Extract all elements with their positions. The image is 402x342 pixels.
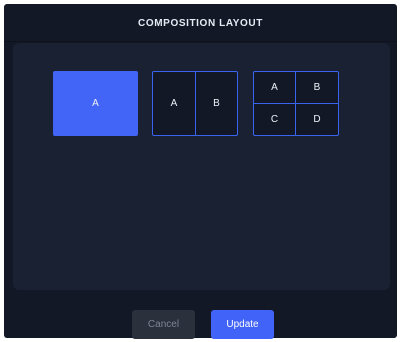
- layout-option-single[interactable]: A: [53, 71, 138, 136]
- layout-cell-label: A: [254, 72, 296, 104]
- layout-cell-label: B: [195, 72, 237, 135]
- layout-cell-label: A: [170, 98, 178, 109]
- update-button[interactable]: Update: [211, 310, 274, 339]
- title-divider: [4, 41, 397, 42]
- cancel-button[interactable]: Cancel: [132, 310, 195, 339]
- layout-option-grid-2x2[interactable]: A B C D: [253, 71, 339, 136]
- layout-cell-label: C: [254, 103, 296, 135]
- layout-cell-label: A: [92, 98, 99, 109]
- layout-option-two-columns[interactable]: A B: [152, 71, 238, 136]
- layout-cell-label: D: [313, 113, 321, 125]
- dialog-title: COMPOSITION LAYOUT: [138, 18, 263, 29]
- composition-layout-dialog: COMPOSITION LAYOUT A A B A B C D Cancel …: [4, 4, 397, 339]
- layout-cell-label: B: [296, 72, 338, 104]
- layout-options-panel: A A B A B C D: [13, 43, 390, 290]
